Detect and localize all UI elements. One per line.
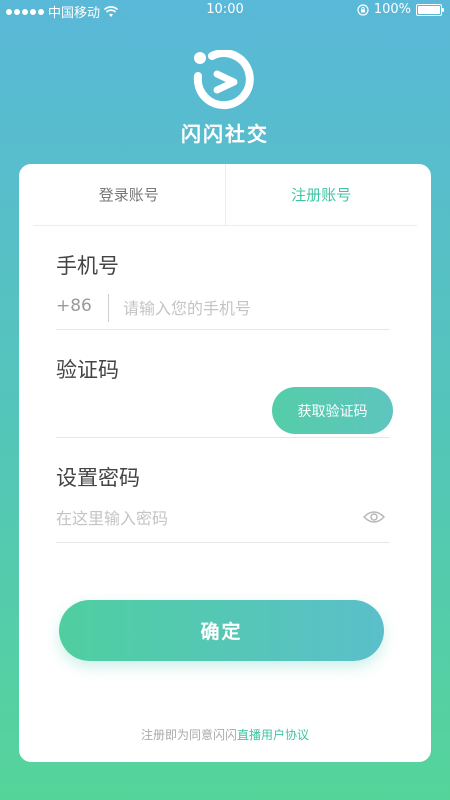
get-code-button[interactable]: 获取验证码 — [272, 387, 393, 434]
phone-label: 手机号 — [56, 254, 119, 278]
verification-code-input[interactable] — [56, 396, 261, 426]
status-bar: 中国移动 10:00 100% — [0, 0, 450, 21]
phone-input[interactable] — [123, 294, 389, 322]
phone-underline — [56, 329, 390, 330]
tab-register[interactable]: 注册账号 — [226, 164, 418, 225]
verification-code-label: 验证码 — [56, 358, 119, 382]
status-right: 100% — [357, 2, 444, 17]
app-logo-icon — [193, 50, 254, 110]
password-underline — [56, 542, 390, 543]
agreement-text: 注册即为同意闪闪直播用户协议 — [19, 726, 431, 743]
tab-login[interactable]: 登录账号 — [33, 164, 225, 225]
confirm-button[interactable]: 确定 — [59, 600, 384, 661]
eye-icon[interactable] — [363, 510, 385, 524]
agreement-prefix: 注册即为同意闪闪 — [140, 728, 237, 742]
code-underline — [56, 437, 390, 438]
country-code-divider — [108, 294, 109, 322]
battery-icon — [416, 3, 444, 16]
battery-percentage: 100% — [373, 2, 411, 17]
user-agreement-link[interactable]: 直播用户协议 — [237, 728, 309, 742]
auth-tabs: 登录账号 注册账号 — [33, 164, 417, 226]
password-label: 设置密码 — [56, 466, 140, 490]
country-code[interactable]: +86 — [56, 296, 92, 316]
password-input[interactable] — [56, 504, 351, 532]
app-name: 闪闪社交 — [181, 122, 269, 146]
register-card: 登录账号 注册账号 手机号 +86 验证码 获取验证码 设置密码 确定 注册即为… — [19, 164, 431, 762]
rotation-lock-icon — [357, 3, 369, 16]
